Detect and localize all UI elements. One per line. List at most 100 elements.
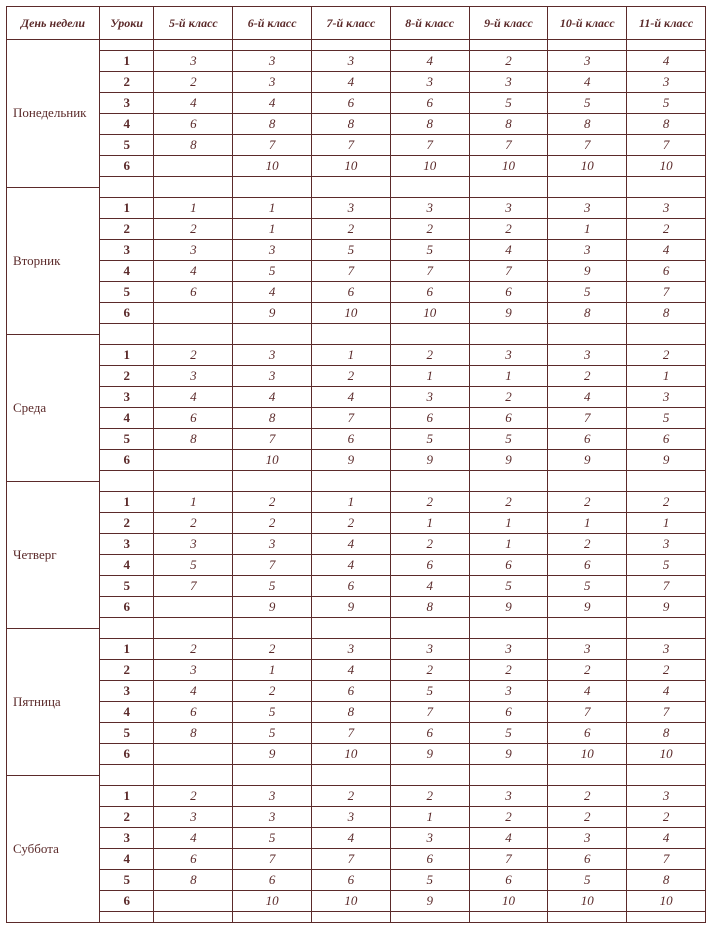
table-row: 34443243 [7, 387, 706, 408]
value-cell: 6 [469, 870, 548, 891]
value-cell: 4 [390, 576, 469, 597]
lesson-number: 2 [99, 513, 154, 534]
spacer [312, 628, 391, 639]
value-cell: 3 [390, 828, 469, 849]
spacer [548, 40, 627, 51]
lesson-number: 1 [99, 786, 154, 807]
table-row: 11212222 [7, 492, 706, 513]
spacer [390, 40, 469, 51]
value-cell: 2 [154, 345, 233, 366]
spacer [469, 471, 548, 482]
value-cell: 1 [233, 219, 312, 240]
value-cell: 10 [312, 891, 391, 912]
value-cell: 1 [469, 513, 548, 534]
value-cell [154, 891, 233, 912]
spacer [548, 618, 627, 629]
value-cell: 10 [233, 450, 312, 471]
lesson-number: 5 [99, 576, 154, 597]
value-cell: 3 [390, 72, 469, 93]
lesson-number: 3 [99, 681, 154, 702]
lesson-number: 6 [99, 891, 154, 912]
table-row: 46587677 [7, 702, 706, 723]
value-cell: 3 [154, 807, 233, 828]
lesson-number: 4 [99, 408, 154, 429]
spacer [469, 334, 548, 345]
header-grade-11: 11-й класс [627, 7, 706, 40]
value-cell: 7 [390, 135, 469, 156]
lesson-number: 4 [99, 261, 154, 282]
value-cell: 2 [469, 492, 548, 513]
value-cell: 2 [627, 660, 706, 681]
value-cell: 10 [390, 156, 469, 177]
spacer [390, 775, 469, 786]
spacer [99, 618, 154, 629]
table-row: 13334234 [7, 51, 706, 72]
value-cell: 1 [390, 513, 469, 534]
table-row: 58576568 [7, 723, 706, 744]
value-cell: 5 [233, 702, 312, 723]
spacer [390, 187, 469, 198]
lesson-number: 3 [99, 828, 154, 849]
value-cell: 2 [390, 219, 469, 240]
value-cell: 3 [469, 639, 548, 660]
value-cell: 2 [469, 387, 548, 408]
value-cell: 4 [548, 387, 627, 408]
value-cell: 4 [627, 240, 706, 261]
value-cell: 6 [548, 723, 627, 744]
value-cell: 1 [312, 492, 391, 513]
value-cell: 9 [548, 261, 627, 282]
value-cell: 6 [469, 282, 548, 303]
value-cell: 9 [390, 744, 469, 765]
value-cell: 1 [548, 513, 627, 534]
table-row: 6101010101010 [7, 156, 706, 177]
value-cell: 4 [548, 681, 627, 702]
value-cell: 6 [627, 261, 706, 282]
spacer [233, 177, 312, 188]
lesson-number: 4 [99, 555, 154, 576]
value-cell: 3 [627, 72, 706, 93]
value-cell: 7 [469, 261, 548, 282]
value-cell: 3 [627, 198, 706, 219]
value-cell: 2 [312, 366, 391, 387]
value-cell: 2 [390, 660, 469, 681]
header-lessons: Уроки [99, 7, 154, 40]
value-cell: 4 [469, 240, 548, 261]
value-cell: 4 [233, 282, 312, 303]
table-row: 57564557 [7, 576, 706, 597]
value-cell: 6 [154, 702, 233, 723]
value-cell: 7 [233, 849, 312, 870]
spacer [233, 334, 312, 345]
header-grade-7: 7-й класс [312, 7, 391, 40]
value-cell: 4 [627, 681, 706, 702]
value-cell: 2 [154, 639, 233, 660]
lesson-number: 3 [99, 387, 154, 408]
value-cell: 3 [627, 534, 706, 555]
value-cell: 8 [233, 114, 312, 135]
value-cell: 7 [233, 429, 312, 450]
spacer [627, 618, 706, 629]
spacer [469, 628, 548, 639]
value-cell: 3 [312, 807, 391, 828]
spacer [233, 912, 312, 923]
value-cell: 7 [312, 723, 391, 744]
value-cell: 7 [233, 135, 312, 156]
value-cell: 5 [469, 723, 548, 744]
spacer [627, 628, 706, 639]
value-cell: 5 [233, 576, 312, 597]
value-cell: 3 [469, 345, 548, 366]
value-cell: 8 [312, 702, 391, 723]
lesson-number: 6 [99, 156, 154, 177]
value-cell: 7 [154, 576, 233, 597]
lesson-number: 3 [99, 240, 154, 261]
value-cell: 10 [548, 744, 627, 765]
value-cell: 1 [312, 345, 391, 366]
value-cell: 6 [548, 555, 627, 576]
value-cell: 2 [233, 681, 312, 702]
value-cell: 5 [627, 408, 706, 429]
value-cell: 10 [312, 303, 391, 324]
lesson-number: 5 [99, 135, 154, 156]
value-cell: 6 [548, 429, 627, 450]
value-cell: 6 [469, 702, 548, 723]
value-cell: 3 [627, 786, 706, 807]
value-cell: 7 [233, 555, 312, 576]
